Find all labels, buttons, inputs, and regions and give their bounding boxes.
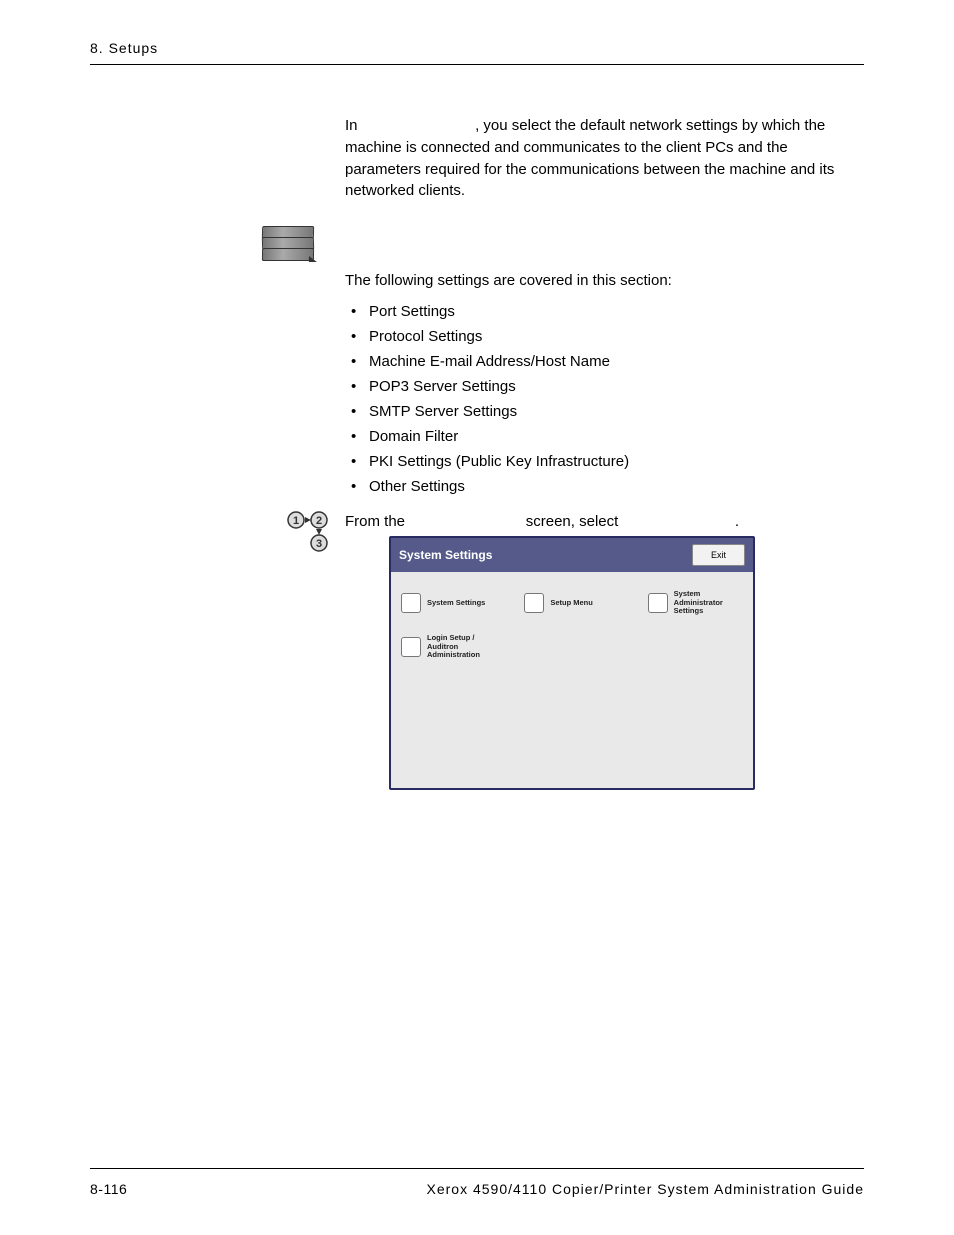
- page-footer: 8-116 Xerox 4590/4110 Copier/Printer Sys…: [90, 1168, 864, 1197]
- svg-text:3: 3: [316, 538, 322, 550]
- bullet-list: Port Settings Protocol Settings Machine …: [345, 299, 845, 499]
- svg-text:2: 2: [316, 515, 322, 527]
- tile-label: System Administrator Settings: [674, 590, 743, 616]
- intro-suffix: , you select the default network setting…: [345, 117, 834, 199]
- page-number: 8-116: [90, 1181, 127, 1197]
- list-item: PKI Settings (Public Key Infrastructure): [345, 449, 845, 474]
- tile-box-icon: [401, 637, 421, 657]
- tile-box-icon: [524, 593, 544, 613]
- tile-system-administrator-settings[interactable]: System Administrator Settings: [648, 590, 743, 616]
- list-item: Domain Filter: [345, 424, 845, 449]
- step-instruction: From the System Settings screen, select …: [345, 513, 845, 530]
- book-title: Xerox 4590/4110 Copier/Printer System Ad…: [427, 1181, 865, 1197]
- tile-box-icon: [648, 593, 668, 613]
- list-item: Machine E-mail Address/Host Name: [345, 349, 845, 374]
- tile-label: Setup Menu: [550, 599, 593, 608]
- exit-button[interactable]: Exit: [692, 544, 745, 566]
- tile-label: System Settings: [427, 599, 485, 608]
- list-item: SMTP Server Settings: [345, 399, 845, 424]
- tile-login-setup-auditron[interactable]: Login Setup / Auditron Administration: [401, 634, 501, 660]
- step-123-icon: 1 2 3: [287, 511, 335, 553]
- header-divider: [90, 64, 864, 65]
- page-header: 8. Setups: [90, 40, 864, 56]
- intro-paragraph: In Network Settings, you select the defa…: [345, 115, 845, 202]
- list-item: Port Settings: [345, 299, 845, 324]
- list-item: POP3 Server Settings: [345, 374, 845, 399]
- list-item: Protocol Settings: [345, 324, 845, 349]
- step-prefix: From the: [345, 513, 409, 530]
- list-item: Other Settings: [345, 474, 845, 499]
- books-icon: [260, 226, 318, 268]
- tile-box-icon: [401, 593, 421, 613]
- step-suffix: .: [735, 513, 739, 530]
- tile-label: Login Setup / Auditron Administration: [427, 634, 501, 660]
- svg-text:1: 1: [293, 515, 299, 527]
- tile-setup-menu[interactable]: Setup Menu: [524, 590, 619, 616]
- step-middle: screen, select: [522, 513, 623, 530]
- screenshot-title: System Settings: [399, 548, 492, 562]
- system-settings-screenshot: System Settings Exit System Settings Set…: [389, 536, 755, 790]
- section-intro: The following settings are covered in th…: [345, 272, 845, 289]
- intro-prefix: In: [345, 117, 362, 134]
- tile-system-settings[interactable]: System Settings: [401, 590, 496, 616]
